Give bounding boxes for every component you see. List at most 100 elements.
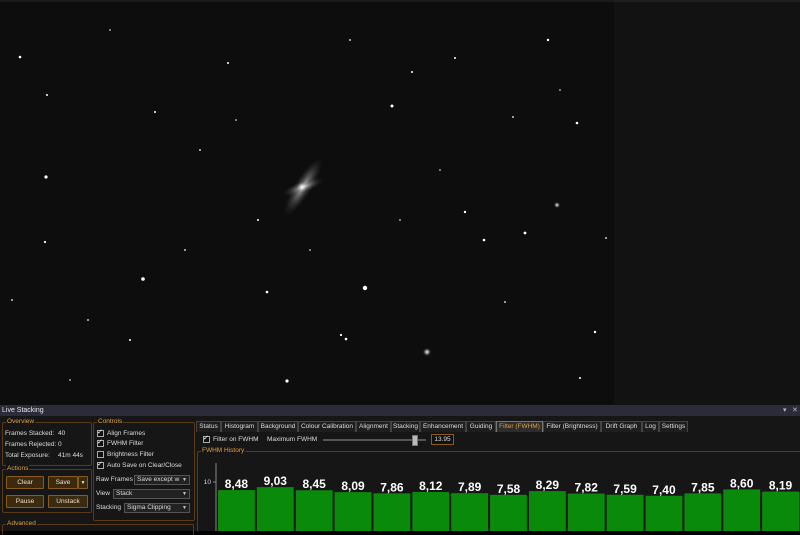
- fwhm-bar-label: 8,48: [225, 477, 249, 491]
- panel-title: Live Stacking: [2, 407, 44, 414]
- brightness-filter-label: Brightness Filter: [107, 451, 154, 458]
- clear-button[interactable]: Clear: [6, 476, 44, 489]
- panel-title-bar: Live Stacking ▾ ✕: [0, 405, 800, 416]
- fwhm-bar-label: 9,03: [264, 474, 288, 488]
- fwhm-bar-label: 7,58: [497, 482, 521, 496]
- fwhm-bar-label: 8,29: [536, 478, 560, 492]
- tab-drift-graph[interactable]: Drift Graph: [601, 421, 642, 432]
- raw-frames-label: Raw Frames: [96, 476, 133, 483]
- tab-enhancement[interactable]: Enhancement: [420, 421, 466, 432]
- filter-on-fwhm-checkbox[interactable]: [203, 434, 210, 443]
- fwhm-bar-label: 7,59: [613, 482, 637, 496]
- fwhm-bar: [762, 491, 799, 531]
- fwhm-bar: [256, 487, 294, 531]
- stacking-select[interactable]: Sigma Clipping ▼: [124, 503, 190, 513]
- pause-button[interactable]: Pause: [6, 495, 44, 508]
- save-dropdown-button[interactable]: ▼: [78, 476, 88, 489]
- align-frames-label: Align Frames: [107, 430, 146, 437]
- fwhm-bar: [567, 493, 605, 531]
- frames-rejected-value: 0: [58, 441, 62, 448]
- fwhm-filter-label: FWHM Filter: [107, 440, 144, 447]
- live-stacking-panel: Live Stacking ▾ ✕ Overview Frames Stacke…: [0, 405, 800, 535]
- overview-group: Overview Frames Stacked: 40 Frames Rejec…: [2, 418, 92, 466]
- stacking-value: Sigma Clipping: [127, 504, 171, 511]
- close-icon[interactable]: ✕: [792, 405, 798, 416]
- fwhm-filter-checkbox[interactable]: [97, 438, 104, 447]
- image-empty-area: [614, 0, 800, 405]
- auto-save-checkbox[interactable]: [97, 460, 104, 469]
- fwhm-bar-label: 8,60: [730, 476, 754, 490]
- fwhm-bar: [528, 491, 566, 531]
- tab-log[interactable]: Log: [642, 421, 659, 432]
- fwhm-bar-label: 7,40: [652, 483, 676, 497]
- stack-image-view[interactable]: [0, 0, 614, 405]
- tab-settings[interactable]: Settings: [659, 421, 688, 432]
- stars: [11, 29, 607, 383]
- fwhm-history-chart: 10 8,48 9,03 8,45 8,09 7,86 8,12 7,89 7,58 8,29 7,…: [204, 463, 799, 531]
- tab-status[interactable]: Status: [196, 421, 221, 432]
- advanced-label: Advanced: [6, 520, 37, 528]
- y-tick-label: 10: [204, 479, 212, 486]
- filter-on-fwhm-label: Filter on FWHM: [213, 436, 259, 443]
- align-frames-checkbox[interactable]: [97, 428, 104, 437]
- fwhm-bar-label: 7,86: [380, 480, 404, 494]
- chevron-down-icon: ▼: [182, 491, 187, 497]
- stacking-label: Stacking: [96, 504, 121, 511]
- actions-group: Actions Clear Save ▼ Pause Unstack: [2, 465, 92, 513]
- brightness-filter-checkbox[interactable]: [97, 451, 104, 458]
- fwhm-bar-label: 7,82: [575, 481, 599, 495]
- fwhm-bar-label: 8,09: [341, 479, 365, 493]
- fwhm-bar: [451, 493, 489, 531]
- fwhm-bar: [645, 495, 683, 531]
- tab-colour-calibration[interactable]: Colour Calibration: [298, 421, 356, 432]
- tab-alignment[interactable]: Alignment: [356, 421, 391, 432]
- fwhm-bar: [490, 494, 527, 531]
- fwhm-bar: [373, 493, 411, 531]
- fwhm-bar-label: 7,85: [691, 480, 715, 494]
- maximum-fwhm-slider[interactable]: [323, 435, 426, 446]
- chevron-down-icon: ▼: [182, 477, 187, 483]
- fwhm-bar: [334, 492, 372, 531]
- advanced-group: Advanced: [2, 520, 194, 535]
- fwhm-bar-label: 8,12: [419, 479, 443, 493]
- pin-icon[interactable]: ▾: [783, 405, 787, 416]
- controls-group: Controls Align Frames FWHM Filter Bright…: [93, 418, 195, 521]
- overview-label: Overview: [6, 418, 36, 426]
- auto-save-label: Auto Save on Clear/Close: [107, 462, 182, 469]
- tab-histogram[interactable]: Histogram: [221, 421, 258, 432]
- view-label: View: [96, 490, 110, 497]
- total-exposure-value: 41m 44s: [58, 452, 83, 459]
- fwhm-bar: [412, 491, 450, 531]
- total-exposure-label: Total Exposure:: [5, 452, 50, 459]
- controls-label: Controls: [97, 418, 124, 426]
- actions-label: Actions: [6, 465, 30, 473]
- star-field: [11, 29, 607, 383]
- fwhm-bar-label: 7,89: [458, 480, 482, 494]
- fwhm-bar: [684, 493, 722, 531]
- tab-filter-brightness[interactable]: Filter (Brightness): [543, 421, 601, 432]
- slider-thumb[interactable]: [411, 435, 418, 446]
- frames-stacked-label: Frames Stacked:: [5, 430, 55, 437]
- raw-frames-value: Save except w: [137, 476, 180, 483]
- tab-stacking[interactable]: Stacking: [391, 421, 420, 432]
- maximum-fwhm-input[interactable]: 13.95: [431, 434, 454, 445]
- tab-filter-fwhm[interactable]: Filter (FWHM): [496, 421, 543, 432]
- fwhm-bar: [606, 494, 644, 531]
- fwhm-bar: [723, 489, 761, 531]
- fwhm-bar-label: 8,45: [302, 477, 326, 491]
- view-select[interactable]: Stack ▼: [113, 489, 190, 499]
- chart-title: FWHM History: [201, 447, 246, 455]
- fwhm-bar-label: 8,19: [769, 479, 793, 493]
- image-top-strip: [0, 0, 614, 2]
- tab-guiding[interactable]: Guiding: [466, 421, 496, 432]
- fwhm-bar: [295, 490, 333, 531]
- save-button[interactable]: Save: [48, 476, 78, 489]
- tab-background[interactable]: Background: [258, 421, 298, 432]
- unstack-button[interactable]: Unstack: [48, 495, 88, 508]
- raw-frames-select[interactable]: Save except w ▼: [134, 475, 190, 485]
- galaxy: [282, 157, 324, 217]
- frames-rejected-label: Frames Rejected:: [5, 441, 57, 448]
- image-top-strip-right: [614, 0, 800, 2]
- frames-stacked-value: 40: [58, 430, 66, 437]
- fwhm-bar: [218, 490, 255, 531]
